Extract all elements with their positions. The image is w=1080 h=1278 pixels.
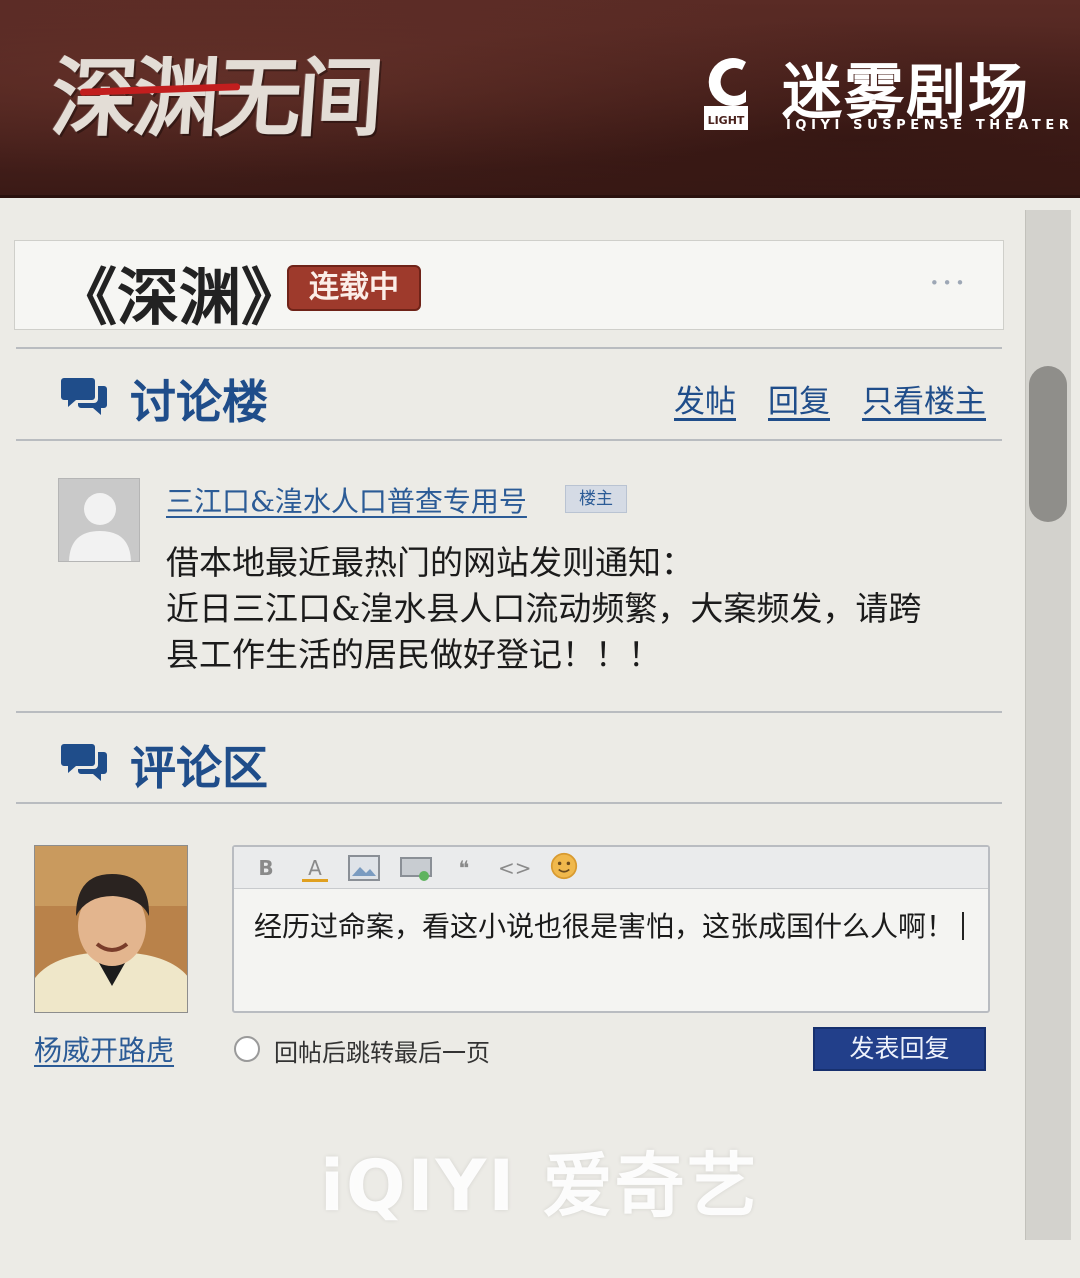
op-tag: 楼主 [565, 485, 627, 513]
default-user-icon [69, 493, 131, 561]
divider [16, 439, 1002, 441]
post-line: 近日三江口&湟水县人口流动频繁，大案频发，请跨 [166, 589, 922, 628]
code-button[interactable]: <> [498, 854, 532, 882]
chat-bubbles-icon [61, 378, 107, 415]
jump-to-last-page-checkbox[interactable] [234, 1036, 260, 1062]
comments-heading: 评论区 [130, 741, 268, 795]
status-badge: 连载中 [287, 265, 421, 311]
post-line: 县工作生活的居民做好登记！！！ [166, 635, 661, 674]
quote-button[interactable]: ❝ [452, 854, 476, 882]
comment-input[interactable]: 经历过命案，看这小说也很是害怕，这张成国什么人啊！ [254, 905, 965, 945]
post-author-link[interactable]: 三江口&湟水人口普查专用号 [166, 480, 527, 520]
discussion-heading: 讨论楼 [130, 375, 268, 429]
new-post-link[interactable]: 发帖 [674, 376, 736, 421]
scrollbar-track[interactable] [1025, 210, 1071, 1240]
iqiyi-watermark-logo: iQIYI 爱奇艺 [320, 1145, 759, 1227]
divider [16, 347, 1002, 349]
text-caret [962, 912, 965, 940]
divider [16, 802, 1002, 804]
chat-bubbles-icon [61, 744, 107, 781]
comment-input-text: 经历过命案，看这小说也很是害怕，这张成国什么人啊！ [254, 910, 955, 943]
page-title: 《深渊》 [55, 261, 304, 334]
reply-link[interactable]: 回复 [768, 376, 830, 421]
header-banner: 深渊无间 LIGHT 迷雾剧场 IQIYI SUSPENSE THEATER [0, 0, 1080, 198]
image-icon[interactable] [348, 854, 380, 882]
theater-logo-text: LIGHT [708, 114, 745, 127]
post-body: 借本地最近最热门的网站发则通知： 近日三江口&湟水县人口流动频繁，大案频发，请跨… [166, 540, 996, 678]
scrollbar-thumb[interactable] [1029, 366, 1067, 522]
commenter-avatar[interactable] [34, 845, 188, 1013]
user-photo-image [35, 846, 187, 1012]
divider [16, 711, 1002, 713]
avatar[interactable] [58, 478, 140, 562]
comment-editor[interactable]: B A ❝ <> 经历过命案，看这小说也很是害怕，这张成国什么人啊！ [232, 845, 990, 1013]
editor-toolbar: B A ❝ <> [234, 847, 988, 889]
bold-button[interactable]: B [254, 854, 278, 882]
submit-reply-button[interactable]: 发表回复 [813, 1027, 986, 1071]
font-color-button[interactable]: A [302, 854, 328, 882]
op-only-link[interactable]: 只看楼主 [862, 376, 986, 421]
theater-logo-icon: LIGHT [704, 58, 748, 130]
theater-subtitle: IQIYI SUSPENSE THEATER [786, 118, 1074, 133]
media-icon[interactable] [400, 854, 432, 882]
jump-to-last-page-label: 回帖后跳转最后一页 [274, 1039, 490, 1067]
thread-title-bar: 《深渊》 连载中 ··· [14, 240, 1004, 334]
more-options-icon[interactable]: ··· [929, 263, 967, 303]
commenter-name-link[interactable]: 杨威开路虎 [34, 1029, 174, 1069]
emoji-icon[interactable] [548, 852, 580, 880]
post-line: 借本地最近最热门的网站发则通知： [166, 543, 694, 582]
